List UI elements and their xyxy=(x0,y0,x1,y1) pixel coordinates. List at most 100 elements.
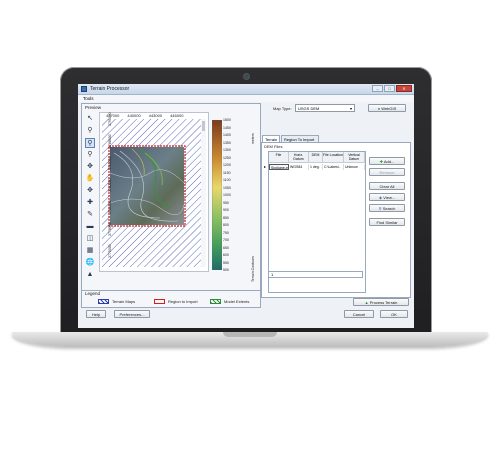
pencil-icon[interactable]: ✎ xyxy=(85,210,95,220)
y-tick: 3778000 xyxy=(108,222,112,236)
zoom-out-icon[interactable]: ⚲ xyxy=(85,150,95,160)
elevation-tick-label: 1400 xyxy=(223,133,231,137)
webgis-label: WebGIS xyxy=(381,106,397,111)
table-cell[interactable]: C:\Lakesi.. xyxy=(323,164,344,170)
move-icon[interactable]: ✥ xyxy=(85,186,95,196)
elevation-tick-label: 900 xyxy=(223,208,229,212)
elevation-tick-label: 750 xyxy=(223,230,229,235)
terrain-contours-label: Terrain Contours xyxy=(251,256,255,282)
table-cell[interactable]: WGS84 xyxy=(289,164,309,170)
column-header[interactable]: Vertical Datum xyxy=(344,152,365,163)
globe-icon: ● xyxy=(377,106,381,111)
region-label: Region to Import xyxy=(168,299,198,304)
elevation-tick-label: 1200 xyxy=(223,163,231,167)
globe-icon[interactable]: 🌐 xyxy=(85,258,95,268)
tab-region-to-import[interactable]: Region To Import xyxy=(281,135,319,142)
elevation-tick-label: 800 xyxy=(223,223,229,227)
elevation-tick-label: 1000 xyxy=(223,193,231,197)
elevation-tick-label: 950 xyxy=(223,200,229,205)
x-tick: 443000 xyxy=(148,113,163,118)
column-header[interactable]: File Location xyxy=(323,152,344,163)
elevation-tick-label: 1300 xyxy=(223,148,231,152)
laptop-base xyxy=(12,332,488,347)
minimize-button[interactable]: – xyxy=(372,85,383,92)
elevation-tick-label: 1250 xyxy=(223,155,231,160)
base-notch xyxy=(223,332,277,337)
add-button[interactable]: ✚ Add... xyxy=(369,157,405,165)
crosshair-icon[interactable]: ✚ xyxy=(85,198,95,208)
window-titlebar[interactable]: Terrain Processor – □ ✕ xyxy=(78,84,414,95)
grid-icon[interactable]: ▦ xyxy=(85,246,95,256)
preview-label: Preview xyxy=(85,105,102,110)
table-cell[interactable]: 1 deg. xyxy=(309,164,323,170)
elevation-tick-label: 1500 xyxy=(223,118,231,122)
preferences-button[interactable]: Preferences... xyxy=(114,310,150,318)
ok-label: OK xyxy=(391,312,397,317)
search-label: Search xyxy=(382,206,396,211)
zoom-icon[interactable]: ⚲ xyxy=(85,126,95,136)
terrain-maps-label: Terrain Maps xyxy=(112,299,136,304)
map-type-select[interactable]: USGS DEM ▾ xyxy=(295,104,355,112)
terrain-image xyxy=(110,147,184,225)
ok-button[interactable]: OK xyxy=(380,310,408,318)
pan-icon[interactable]: ✥ xyxy=(85,162,95,172)
column-header[interactable]: Horiz. Datum xyxy=(289,152,309,163)
window-title: Terrain Processor xyxy=(90,86,130,92)
screen: Terrain Processor – □ ✕ Tools Preview ↖ … xyxy=(78,84,414,328)
row-pointer-icon: ▸ xyxy=(264,164,267,169)
elevation-tick-label: 1150 xyxy=(223,170,231,175)
view-button[interactable]: ◈ View... xyxy=(369,193,405,201)
column-header[interactable]: File xyxy=(269,152,289,163)
table-cell[interactable]: Unknow xyxy=(344,164,365,170)
table-cell[interactable]: Spokane-e xyxy=(269,164,289,170)
layers-icon[interactable]: ◫ xyxy=(85,234,95,244)
dem-files-label: DEM Files xyxy=(264,144,283,149)
tool-strip: ↖ ⚲ ⚲ ⚲ ✥ ✋ ✥ ✚ ✎ ▬ ◫ ▦ 🌐 ▲ xyxy=(85,114,97,288)
add-label: Add... xyxy=(383,159,395,164)
terrain-tab-body: DEM Files File Horiz. Datum DEM File Loc… xyxy=(261,142,411,298)
view-icon: ◈ xyxy=(379,195,383,200)
find-similar-button[interactable]: Find Similar xyxy=(369,218,405,226)
right-panel: Map Type: USGS DEM ▾ ● WebGIS Terrain Re… xyxy=(261,103,411,306)
maximize-button[interactable]: □ xyxy=(384,85,395,92)
webcam xyxy=(243,73,250,80)
hand-icon[interactable]: ✋ xyxy=(85,174,95,184)
elevation-tick-label: 1450 xyxy=(223,125,231,130)
x-tick: 446000 xyxy=(170,113,184,118)
search-icon: ⚲ xyxy=(378,206,382,211)
y-tick: 3775000 xyxy=(108,244,112,258)
terrain-icon[interactable]: ▲ xyxy=(85,270,95,280)
process-terrain-button[interactable]: ▲ Process Terrain xyxy=(353,298,409,306)
column-header[interactable]: DEM xyxy=(309,152,323,163)
cancel-button[interactable]: Cancel xyxy=(344,310,374,318)
view-label: View... xyxy=(383,195,395,200)
help-button[interactable]: Help xyxy=(86,310,106,318)
select-arrow-icon[interactable]: ↖ xyxy=(85,114,95,124)
process-terrain-label: Process Terrain xyxy=(369,300,398,305)
chevron-down-icon: ▾ xyxy=(349,106,352,111)
close-button[interactable]: ✕ xyxy=(396,85,412,92)
menu-tools[interactable]: Tools xyxy=(83,96,94,101)
elevation-tick-label: 850 xyxy=(223,215,229,220)
tab-terrain[interactable]: Terrain xyxy=(262,135,280,142)
elevation-tick-label: 550 xyxy=(223,260,229,265)
elevation-ticks: 1500 1450 1400 1350 1300 1250 1200 1150 1100 1050… xyxy=(223,118,245,272)
remove-button[interactable]: Remove xyxy=(369,168,405,176)
x-axis-ticks: 437000 440000 443000 446000 xyxy=(106,113,183,118)
legend-region-to-import: Region to Import xyxy=(154,299,198,304)
find-similar-label: Find Similar xyxy=(376,220,398,225)
preview-panel: Preview ↖ ⚲ ⚲ ⚲ ✥ ✋ ✥ ✚ ✎ ▬ ◫ ▦ 🌐 ▲ 4370… xyxy=(81,103,261,291)
search-button[interactable]: ⚲ Search xyxy=(369,204,405,212)
remove-label: Remove xyxy=(379,170,395,175)
ruler-icon[interactable]: ▬ xyxy=(85,222,95,232)
row-number-field[interactable]: 1 xyxy=(268,271,363,278)
map-type-label: Map Type: xyxy=(273,106,292,111)
elevation-color-bar xyxy=(212,120,222,270)
elevation-tick-label: 1100 xyxy=(223,178,231,182)
row-number-value: 1 xyxy=(271,272,274,277)
clear-all-button[interactable]: Clear All xyxy=(369,182,405,190)
legend-box: Legend Terrain Maps Region to Import Mod… xyxy=(81,290,261,308)
webgis-button[interactable]: ● WebGIS xyxy=(368,104,406,112)
preview-map[interactable]: 437000 440000 443000 446000 xyxy=(99,112,209,272)
zoom-box-icon[interactable]: ⚲ xyxy=(85,138,95,148)
